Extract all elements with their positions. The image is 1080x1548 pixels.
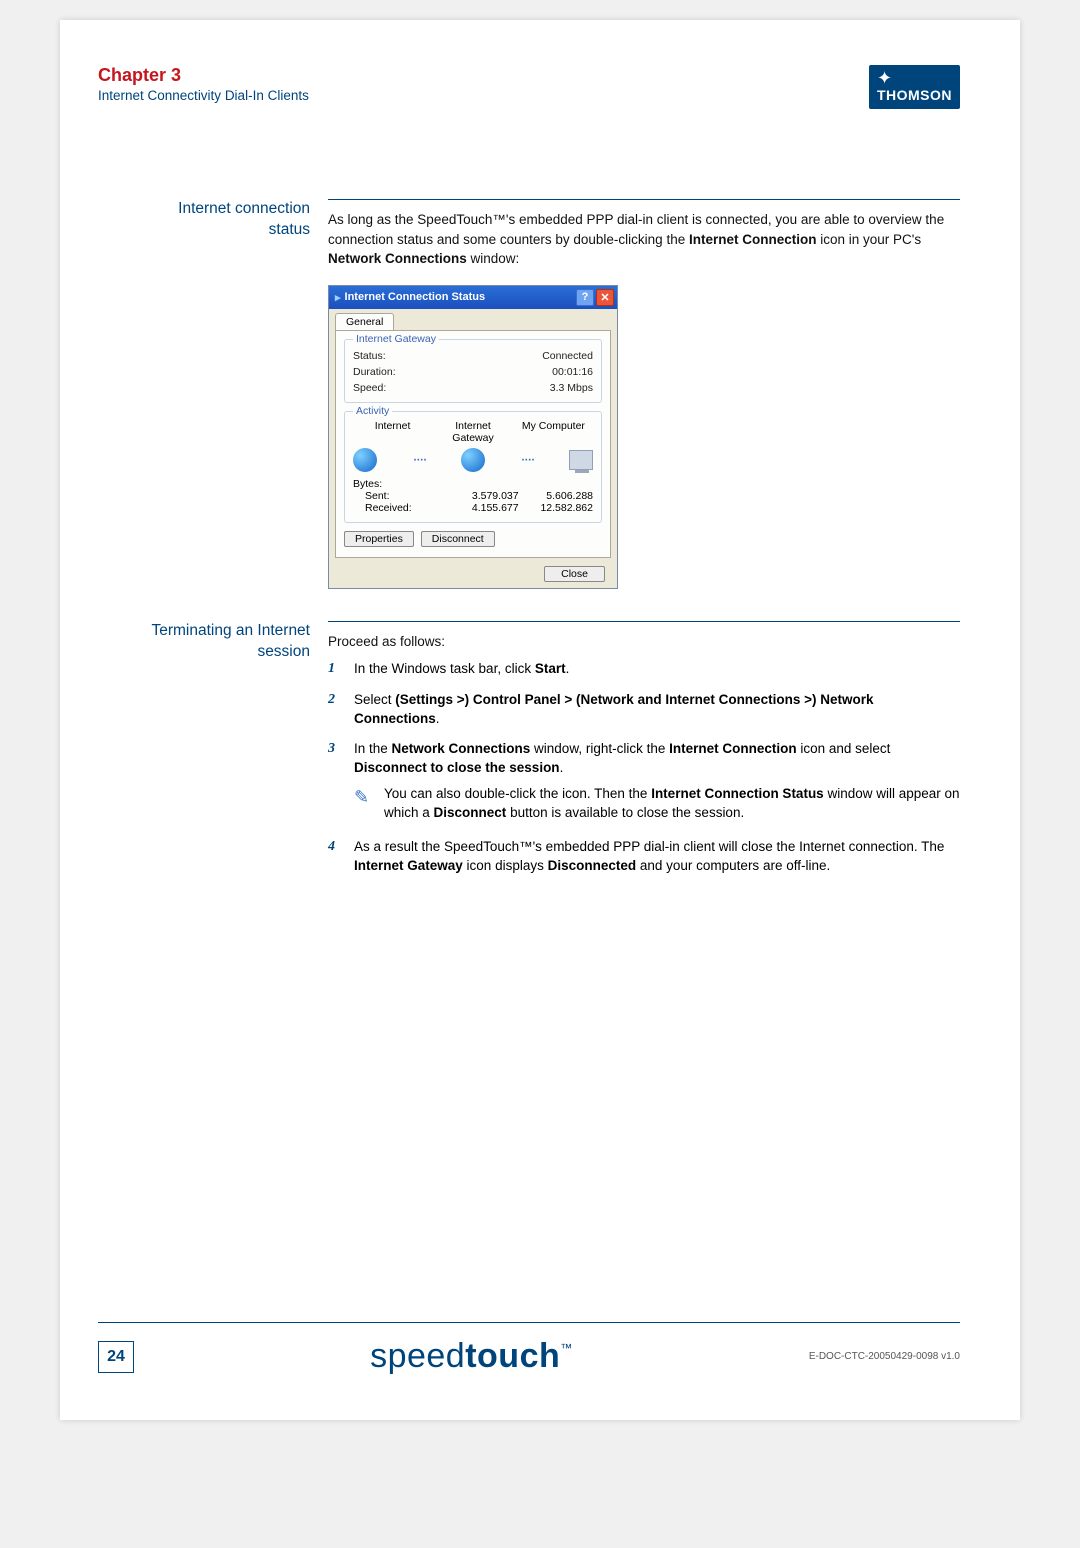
sent-computer-value: 5.606.288 (521, 490, 593, 502)
chapter-title: Chapter 3 (98, 65, 309, 86)
note-icon: ✎ (354, 784, 384, 823)
status-value: Connected (542, 350, 593, 362)
speed-value: 3.3 Mbps (550, 382, 593, 394)
bytes-label: Bytes: (353, 478, 593, 490)
thomson-flame-icon: ✦ (877, 69, 952, 87)
status-label: Status: (353, 350, 386, 362)
received-label: Received: (353, 502, 444, 514)
page-number: 24 (98, 1341, 134, 1373)
section-internet-status-label: Internet connection status (98, 199, 328, 589)
activity-dots-icon: ···· (412, 451, 425, 469)
connection-status-dialog: ▸ Internet Connection Status ? ✕ General… (328, 285, 618, 589)
side-label2-line2: session (257, 643, 310, 660)
duration-label: Duration: (353, 366, 396, 378)
activity-dots-icon: ···· (520, 451, 533, 469)
note-text: You can also double-click the icon. Then… (384, 784, 960, 823)
section-terminating-label: Terminating an Internet session (98, 621, 328, 886)
step-1: 1 In the Windows task bar, click Start. (328, 659, 960, 679)
globe-icon (353, 448, 377, 472)
step-3: 3 In the Network Connections window, rig… (328, 739, 960, 827)
speed-label: Speed: (353, 382, 386, 394)
help-button[interactable]: ? (576, 289, 594, 306)
step-4: 4 As a result the SpeedTouch™'s embedded… (328, 837, 960, 876)
duration-value: 00:01:16 (552, 366, 593, 378)
document-id: E-DOC-CTC-20050429-0098 v1.0 (809, 1351, 960, 1362)
side-label-line1: Internet connection (178, 200, 310, 217)
trademark-icon: ™ (560, 1341, 573, 1355)
dialog-title: Internet Connection Status (345, 291, 486, 303)
step-num-4: 4 (328, 837, 354, 876)
group-internet-gateway: Internet Gateway (353, 333, 439, 345)
received-computer-value: 12.582.862 (521, 502, 593, 514)
intro-paragraph: As long as the SpeedTouch™'s embedded PP… (328, 210, 960, 269)
close-button[interactable]: Close (544, 566, 605, 582)
received-gateway-value: 4.155.677 (447, 502, 519, 514)
step-num-2: 2 (328, 690, 354, 729)
step-num-1: 1 (328, 659, 354, 679)
thomson-logo-text: THOMSON (877, 87, 952, 103)
page-footer: 24 speedtouch™ E-DOC-CTC-20050429-0098 v… (98, 1322, 960, 1376)
sent-label: Sent: (353, 490, 444, 502)
computer-icon (569, 450, 593, 470)
disconnect-button[interactable]: Disconnect (421, 531, 495, 547)
thomson-logo: ✦ THOMSON (869, 65, 960, 109)
close-icon[interactable]: ✕ (596, 289, 614, 306)
proceed-intro: Proceed as follows: (328, 632, 960, 652)
sent-gateway-value: 3.579.037 (447, 490, 519, 502)
side-label-line2: status (269, 221, 310, 238)
dialog-titlebar: ▸ Internet Connection Status ? ✕ (329, 286, 617, 309)
side-label2-line1: Terminating an Internet (151, 622, 310, 639)
tab-general[interactable]: General (335, 313, 394, 330)
step-num-3: 3 (328, 739, 354, 827)
chapter-subtitle: Internet Connectivity Dial-In Clients (98, 88, 309, 103)
dialog-app-icon: ▸ (335, 291, 341, 304)
properties-button[interactable]: Properties (344, 531, 414, 547)
gateway-globe-icon (461, 448, 485, 472)
step-2: 2 Select (Settings >) Control Panel > (N… (328, 690, 960, 729)
activity-col-mycomputer: My Computer (514, 420, 593, 444)
activity-col-internet: Internet (353, 420, 432, 444)
group-activity: Activity (353, 405, 392, 417)
speedtouch-brand: speedtouch™ (370, 1337, 573, 1376)
activity-col-gateway: Internet Gateway (433, 420, 512, 444)
